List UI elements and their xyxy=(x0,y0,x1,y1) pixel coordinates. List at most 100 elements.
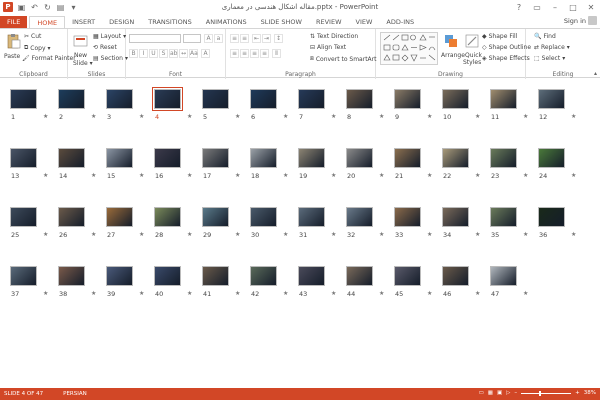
layout-button[interactable]: ▦ Layout ▾ xyxy=(93,33,126,40)
slide-thumbnail[interactable] xyxy=(10,148,37,168)
shape-fill-button[interactable]: ◆ Shape Fill xyxy=(482,33,517,40)
transition-star-icon[interactable]: ★ xyxy=(523,172,528,179)
collapse-ribbon-icon[interactable]: ▴ xyxy=(594,70,597,77)
align-center-icon[interactable]: ≡ xyxy=(240,49,249,58)
shape-effects-button[interactable]: ◈ Shape Effects xyxy=(482,55,530,62)
transition-star-icon[interactable]: ★ xyxy=(187,231,192,238)
tab-transitions[interactable]: TRANSITIONS xyxy=(141,16,199,28)
reset-button[interactable]: ⟲ Reset xyxy=(93,44,117,51)
minimize-icon[interactable]: – xyxy=(546,0,564,14)
slide-thumbnail[interactable] xyxy=(442,148,469,168)
slide-thumbnail[interactable] xyxy=(152,87,183,111)
transition-star-icon[interactable]: ★ xyxy=(187,172,192,179)
new-slide-icon[interactable] xyxy=(73,33,89,49)
convert-smartart-button[interactable]: ⧈ Convert to SmartArt xyxy=(310,55,376,63)
transition-star-icon[interactable]: ★ xyxy=(91,290,96,297)
strikethrough-icon[interactable]: ab xyxy=(169,49,178,58)
slide-thumbnail[interactable] xyxy=(298,207,325,227)
transition-star-icon[interactable]: ★ xyxy=(139,290,144,297)
slide-thumbnail[interactable] xyxy=(154,148,181,168)
slide-thumbnail[interactable] xyxy=(58,266,85,286)
transition-star-icon[interactable]: ★ xyxy=(235,113,240,120)
font-name-combo[interactable] xyxy=(129,34,181,43)
zoom-in-icon[interactable]: + xyxy=(575,390,580,396)
columns-icon[interactable]: ⫴ xyxy=(272,49,281,58)
transition-star-icon[interactable]: ★ xyxy=(43,290,48,297)
transition-star-icon[interactable]: ★ xyxy=(427,172,432,179)
increase-indent-icon[interactable]: ⇥ xyxy=(262,34,271,43)
transition-star-icon[interactable]: ★ xyxy=(235,231,240,238)
transition-star-icon[interactable]: ★ xyxy=(475,113,480,120)
shadow-icon[interactable]: S xyxy=(159,49,168,58)
slide-thumbnail[interactable] xyxy=(346,89,373,109)
shape-outline-button[interactable]: ◇ Shape Outline xyxy=(482,44,531,51)
slide-show-view-icon[interactable]: ▷ xyxy=(506,390,510,396)
slide-thumbnail[interactable] xyxy=(106,148,133,168)
find-button[interactable]: 🔍 Find xyxy=(534,33,556,40)
slide-thumbnail[interactable] xyxy=(298,266,325,286)
reading-view-icon[interactable]: ▣ xyxy=(497,390,502,396)
slide-thumbnail[interactable] xyxy=(490,207,517,227)
tab-file[interactable]: FILE xyxy=(0,16,28,28)
slide-thumbnail[interactable] xyxy=(10,89,37,109)
copy-button[interactable]: ⧉ Copy ▾ xyxy=(24,44,51,52)
slide-thumbnail[interactable] xyxy=(10,266,37,286)
slide-thumbnail[interactable] xyxy=(490,148,517,168)
transition-star-icon[interactable]: ★ xyxy=(91,231,96,238)
slide-thumbnail[interactable] xyxy=(442,89,469,109)
transition-star-icon[interactable]: ★ xyxy=(523,290,528,297)
transition-star-icon[interactable]: ★ xyxy=(91,113,96,120)
text-direction-button[interactable]: ⇅ Text Direction xyxy=(310,33,358,40)
transition-star-icon[interactable]: ★ xyxy=(427,231,432,238)
transition-star-icon[interactable]: ★ xyxy=(379,290,384,297)
transition-star-icon[interactable]: ★ xyxy=(331,231,336,238)
slide-thumbnail[interactable] xyxy=(58,148,85,168)
tab-home[interactable]: HOME xyxy=(29,16,66,28)
italic-icon[interactable]: I xyxy=(139,49,148,58)
slide-thumbnail[interactable] xyxy=(106,207,133,227)
slide-thumbnail[interactable] xyxy=(346,266,373,286)
section-button[interactable]: ▤ Section ▾ xyxy=(93,55,128,62)
zoom-slider[interactable] xyxy=(521,390,572,396)
zoom-level[interactable]: 38% xyxy=(584,390,596,396)
tab-insert[interactable]: INSERT xyxy=(65,16,102,28)
tab-review[interactable]: REVIEW xyxy=(309,16,349,28)
transition-star-icon[interactable]: ★ xyxy=(379,113,384,120)
tab-animations[interactable]: ANIMATIONS xyxy=(199,16,254,28)
transition-star-icon[interactable]: ★ xyxy=(283,113,288,120)
transition-star-icon[interactable]: ★ xyxy=(283,231,288,238)
tab-add-ins[interactable]: ADD-INS xyxy=(379,16,421,28)
transition-star-icon[interactable]: ★ xyxy=(235,290,240,297)
numbering-icon[interactable]: ≡ xyxy=(240,34,249,43)
arrange-button[interactable]: Arrange xyxy=(441,52,465,59)
align-right-icon[interactable]: ≡ xyxy=(250,49,259,58)
tab-slide-show[interactable]: SLIDE SHOW xyxy=(254,16,309,28)
language-indicator[interactable]: PERSIAN xyxy=(63,391,87,397)
tab-design[interactable]: DESIGN xyxy=(102,16,141,28)
shapes-gallery[interactable] xyxy=(380,32,438,65)
slide-thumbnail[interactable] xyxy=(202,89,229,109)
slide-thumbnail[interactable] xyxy=(490,266,517,286)
transition-star-icon[interactable]: ★ xyxy=(139,113,144,120)
transition-star-icon[interactable]: ★ xyxy=(475,231,480,238)
transition-star-icon[interactable]: ★ xyxy=(427,290,432,297)
transition-star-icon[interactable]: ★ xyxy=(139,231,144,238)
transition-star-icon[interactable]: ★ xyxy=(475,290,480,297)
transition-star-icon[interactable]: ★ xyxy=(331,113,336,120)
transition-star-icon[interactable]: ★ xyxy=(427,113,432,120)
transition-star-icon[interactable]: ★ xyxy=(571,231,576,238)
slide-thumbnail[interactable] xyxy=(106,89,133,109)
transition-star-icon[interactable]: ★ xyxy=(571,172,576,179)
slide-thumbnail[interactable] xyxy=(250,89,277,109)
font-size-combo[interactable] xyxy=(183,34,201,43)
transition-star-icon[interactable]: ★ xyxy=(43,231,48,238)
slide-thumbnail[interactable] xyxy=(202,266,229,286)
chevron-down-icon[interactable]: ▾ xyxy=(48,45,51,52)
slide-thumbnail[interactable] xyxy=(10,207,37,227)
cut-button[interactable]: ✂ Cut xyxy=(24,33,41,40)
tab-view[interactable]: VIEW xyxy=(349,16,380,28)
sign-in-link[interactable]: Sign in xyxy=(564,17,586,25)
underline-icon[interactable]: U xyxy=(149,49,158,58)
arrange-icon[interactable] xyxy=(443,33,459,49)
paste-icon[interactable] xyxy=(5,33,21,49)
